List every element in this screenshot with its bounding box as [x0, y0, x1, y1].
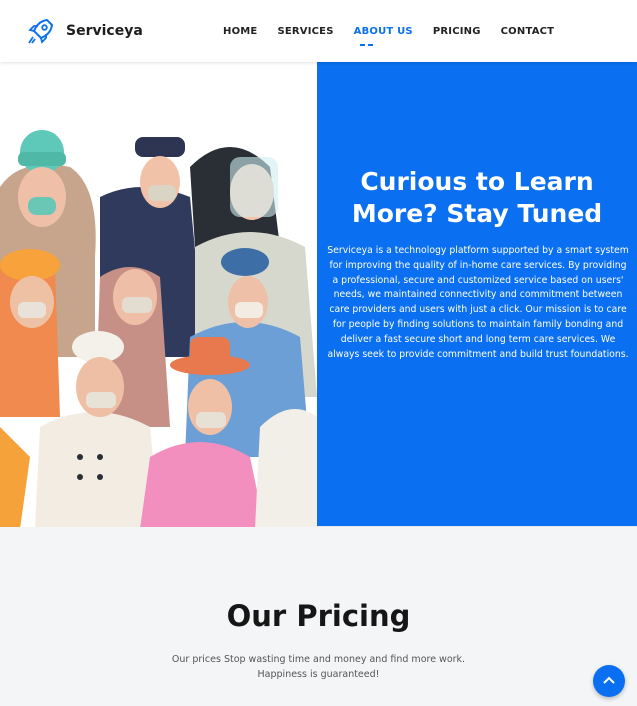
about-panel: Curious to Learn More? Stay Tuned Servic…	[317, 62, 637, 526]
about-description: Serviceya is a technology platform suppo…	[327, 245, 629, 360]
nav-services[interactable]: SERVICES	[277, 26, 333, 37]
navbar: Serviceya HOME SERVICES ABOUT US PRICING…	[0, 0, 637, 62]
nav-contact[interactable]: CONTACT	[501, 26, 555, 37]
active-nav-indicator	[360, 44, 374, 46]
masked-people-illustration	[0, 97, 317, 529]
about-title: Curious to Learn More? Stay Tuned	[351, 167, 603, 228]
nav-home[interactable]: HOME	[223, 26, 257, 37]
pricing-title: Our Pricing	[226, 599, 411, 633]
active-indicator-wrap	[341, 26, 391, 46]
pricing-subtitle: Our prices Stop wasting time and money a…	[171, 654, 466, 680]
scroll-to-top-button[interactable]	[593, 665, 625, 697]
pricing-section: Our Pricing Our prices Stop wasting time…	[0, 527, 637, 706]
about-hero: Curious to Learn More? Stay Tuned Servic…	[0, 62, 637, 529]
main-nav: HOME SERVICES ABOUT US PRICING CONTACT	[223, 26, 574, 37]
brand[interactable]: Serviceya	[26, 16, 143, 46]
chevron-up-icon	[603, 676, 615, 684]
nav-pricing[interactable]: PRICING	[433, 26, 481, 37]
brand-name: Serviceya	[66, 23, 143, 39]
rocket-icon	[28, 18, 54, 44]
